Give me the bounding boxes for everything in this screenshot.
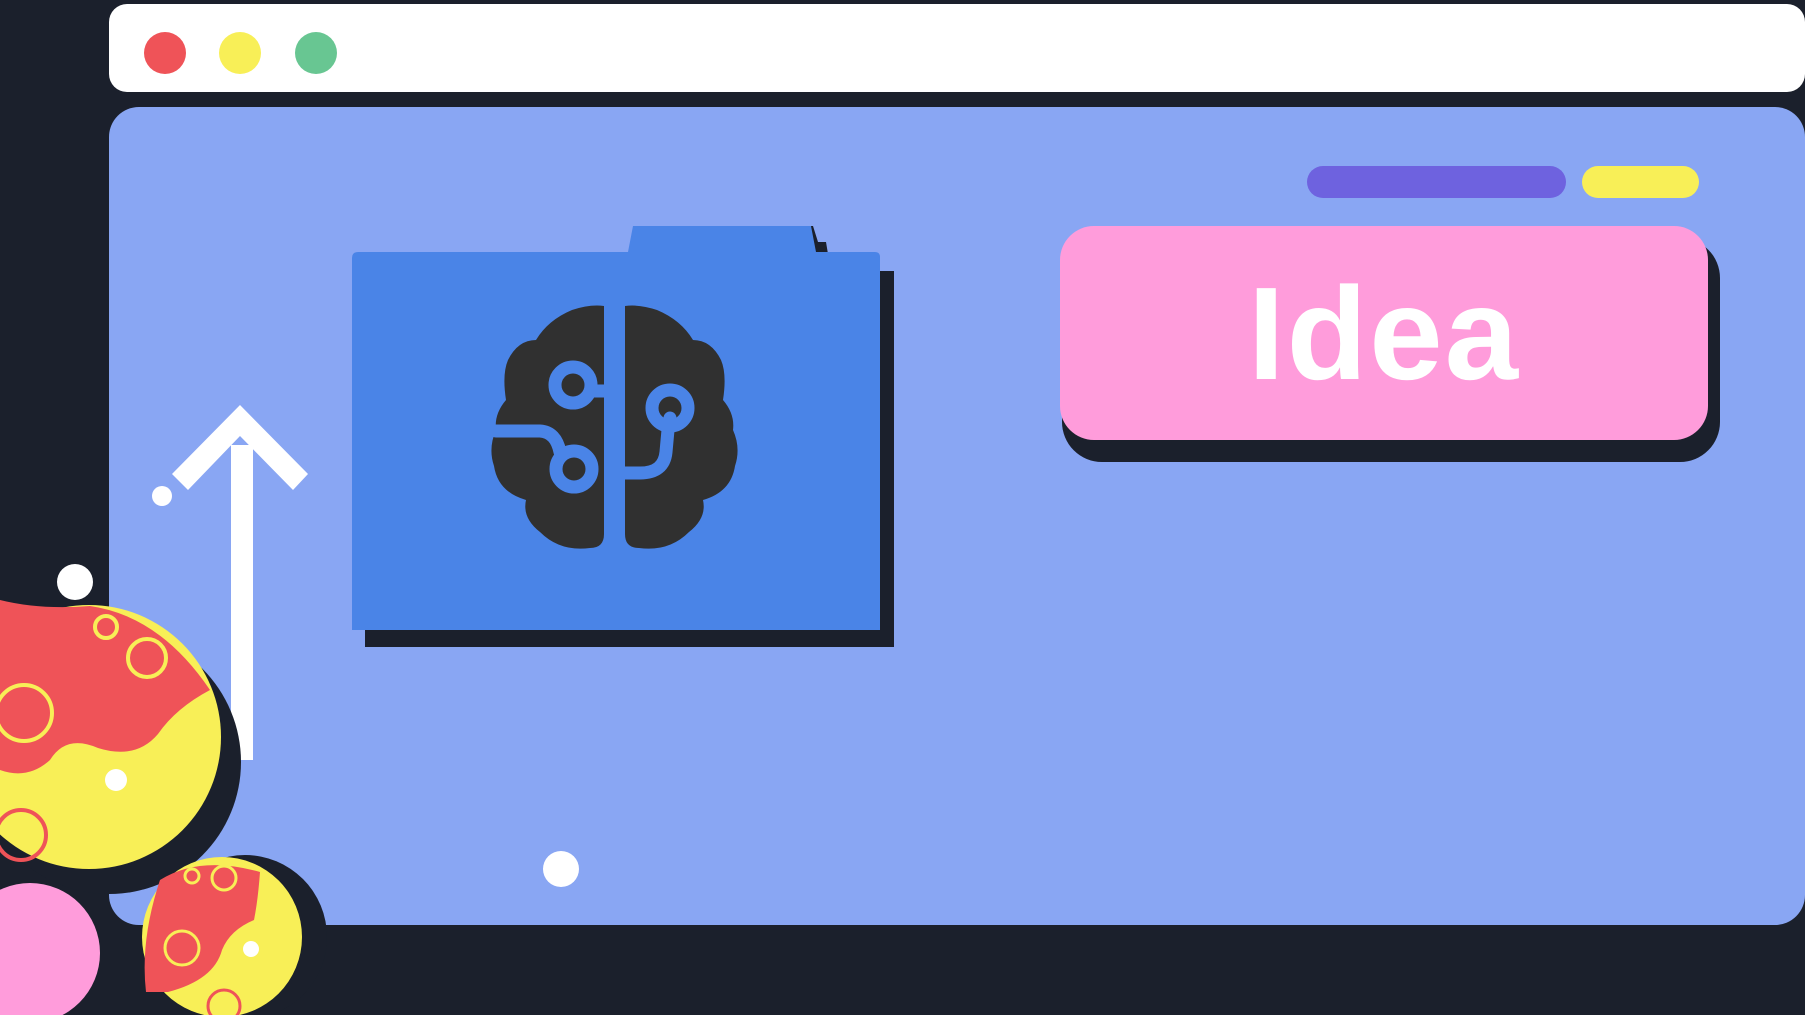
white-dot xyxy=(152,486,172,506)
white-dot xyxy=(543,851,579,887)
decorations xyxy=(0,226,894,1015)
white-dot xyxy=(57,564,93,600)
illustration: Idea xyxy=(0,0,1805,1015)
planet-small xyxy=(142,855,327,1015)
folder-icon xyxy=(352,226,894,647)
planet-pink xyxy=(0,883,100,1015)
planet-large xyxy=(0,600,241,894)
